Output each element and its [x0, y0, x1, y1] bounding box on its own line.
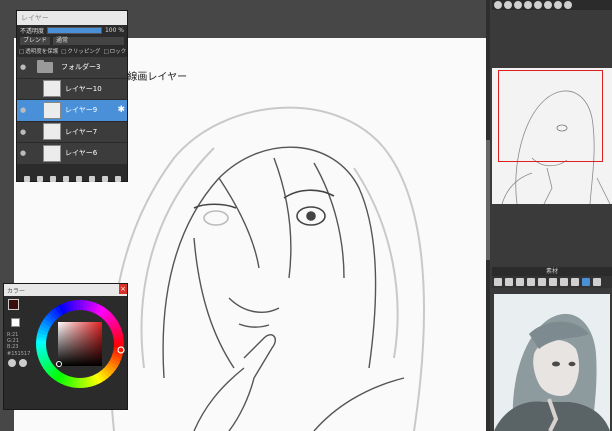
- layer-thumbnail: [43, 144, 61, 162]
- protect-alpha-checkbox[interactable]: 透明度を保護: [19, 47, 58, 55]
- new-halftone-layer-icon[interactable]: [49, 176, 56, 182]
- folder-icon: [37, 59, 53, 73]
- delete-layer-icon[interactable]: [114, 176, 121, 182]
- material-menu-icon[interactable]: [593, 278, 601, 286]
- blend-label: ブレンド: [20, 37, 51, 45]
- new-layer-icon[interactable]: [23, 176, 30, 182]
- opacity-value: 100 %: [104, 27, 124, 34]
- opacity-label: 不透明度: [20, 28, 45, 35]
- navigator-preview[interactable]: [492, 68, 612, 204]
- background-color-swatch[interactable]: [11, 318, 20, 327]
- layer-list: ● フォルダー3 レイヤー10 ● レイヤー9 ✱ ● レイヤー7 ● レイヤー…: [17, 57, 127, 175]
- rgb-b-value: B:23: [7, 344, 19, 350]
- reset-rotation-icon[interactable]: [554, 1, 562, 9]
- zoom-in-icon[interactable]: [527, 278, 535, 286]
- sv-square-shade: [58, 322, 102, 366]
- material-panel-title: 素材: [492, 267, 612, 276]
- layer-row-selected[interactable]: ● レイヤー9 ✱: [17, 100, 127, 122]
- blend-row: ブレンド 通常: [17, 36, 127, 46]
- layer-thumbnail: [43, 123, 61, 141]
- opacity-slider-fill: [48, 28, 101, 33]
- close-icon[interactable]: ×: [119, 284, 127, 294]
- material-preview[interactable]: [494, 294, 610, 431]
- layer-row[interactable]: レイヤー10: [17, 78, 127, 100]
- opacity-slider[interactable]: [47, 27, 102, 34]
- layer-row-folder[interactable]: ● フォルダー3: [17, 57, 127, 79]
- flip-horizontal-icon[interactable]: [544, 1, 552, 9]
- layer-name: フォルダー3: [61, 63, 101, 72]
- navigator-menu-icon[interactable]: [564, 1, 572, 9]
- blend-mode-select[interactable]: 通常: [53, 37, 124, 45]
- actual-size-icon[interactable]: [524, 1, 532, 9]
- layer-thumbnail: [43, 80, 61, 98]
- paste-material-icon[interactable]: [505, 278, 513, 286]
- color-title-text: カラー: [7, 288, 26, 295]
- zoom-out-icon[interactable]: [549, 278, 557, 286]
- fit-view-icon[interactable]: [514, 1, 522, 9]
- layer-name: レイヤー9: [65, 106, 98, 115]
- navigator-toolbar: [492, 0, 612, 10]
- gear-icon[interactable]: ✱: [117, 105, 125, 115]
- visibility-eye-icon[interactable]: ●: [17, 149, 29, 157]
- close-material-icon[interactable]: [516, 278, 524, 286]
- visibility-eye-icon[interactable]: ●: [17, 128, 29, 136]
- pen-icon[interactable]: [571, 278, 579, 286]
- new-folder-icon[interactable]: [75, 176, 82, 182]
- navigator-panel: [492, 0, 612, 262]
- duplicate-layer-icon[interactable]: [88, 176, 95, 182]
- scrollbar-thumb[interactable]: [486, 140, 490, 260]
- visibility-eye-icon[interactable]: ●: [17, 106, 29, 114]
- layer-options-row: 透明度を保護 クリッピング ロック: [17, 46, 127, 56]
- material-panel: 素材: [492, 267, 612, 431]
- eyedropper-icon[interactable]: [560, 278, 568, 286]
- clipping-checkbox[interactable]: クリッピング: [61, 47, 100, 55]
- material-toolbar: [492, 276, 612, 288]
- layer-name: レイヤー6: [65, 149, 98, 158]
- hex-value: #151517: [7, 351, 31, 357]
- color-panel-title: カラー ×: [4, 284, 127, 296]
- layer-row[interactable]: ● レイヤー6: [17, 143, 127, 165]
- eyedropper-icon[interactable]: [19, 359, 27, 367]
- visibility-eye-icon[interactable]: ●: [17, 63, 29, 71]
- annotation-label: ←線画レイヤー: [119, 72, 188, 83]
- new-color-layer-icon[interactable]: [36, 176, 43, 182]
- layer-toolbar: [17, 175, 127, 183]
- palette-icon[interactable]: [8, 359, 16, 367]
- layer-panel: レイヤー 不透明度 100 % ブレンド 通常 透明度を保護 クリッピング ロッ…: [16, 10, 128, 182]
- zoom-in-icon[interactable]: [494, 1, 502, 9]
- opacity-row: 不透明度 100 %: [17, 25, 127, 36]
- hand-icon[interactable]: [582, 278, 590, 286]
- import-material-icon[interactable]: [494, 278, 502, 286]
- zoom-out-icon[interactable]: [504, 1, 512, 9]
- color-wheel[interactable]: [34, 298, 126, 390]
- layer-thumbnail: [43, 101, 61, 119]
- reference-image: [494, 294, 610, 431]
- layer-row[interactable]: ● レイヤー7: [17, 121, 127, 143]
- fit-material-icon[interactable]: [538, 278, 546, 286]
- merge-down-icon[interactable]: [101, 176, 108, 182]
- layer-name: レイヤー7: [65, 127, 98, 136]
- canvas-vertical-scrollbar[interactable]: [486, 0, 490, 431]
- import-image-icon[interactable]: [62, 176, 69, 182]
- rotate-icon[interactable]: [534, 1, 542, 9]
- color-panel: カラー × R:21 G:21 B:23 #151517: [3, 283, 128, 410]
- layer-name: レイヤー10: [65, 84, 102, 93]
- layer-panel-title: レイヤー: [17, 11, 127, 25]
- foreground-color-swatch[interactable]: [8, 299, 19, 310]
- navigator-viewport-frame[interactable]: [498, 70, 603, 162]
- lock-checkbox[interactable]: ロック: [103, 47, 127, 55]
